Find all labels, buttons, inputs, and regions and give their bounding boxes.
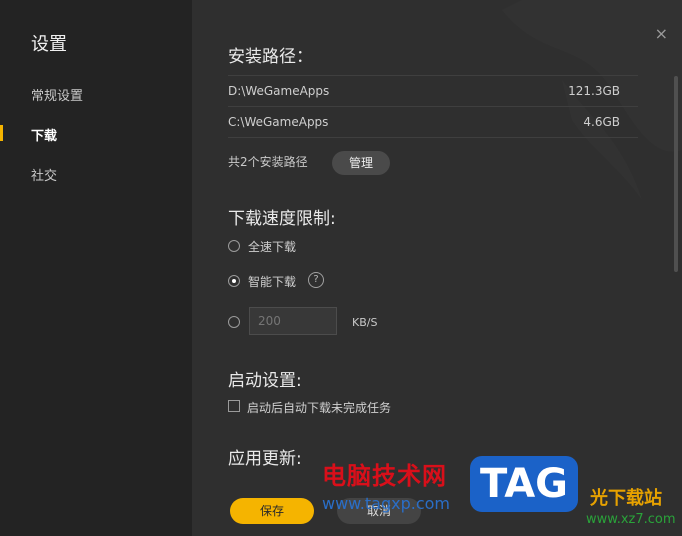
speed-unit: KB/S [352,316,378,329]
settings-title: 设置 [31,34,67,55]
radio-label: 智能下载 [248,275,297,289]
speed-limit-input[interactable] [249,307,337,335]
watermark-site-name: 电脑技术网 [322,462,447,490]
checkbox-label: 启动后自动下载未完成任务 [247,401,392,415]
radio-button[interactable] [228,240,240,252]
watermark-site2-url: www.xz7.com [586,512,676,527]
radio-button[interactable] [228,316,240,328]
path-size: 4.6GB [583,115,620,129]
path-row[interactable]: C:\WeGameApps 4.6GB [228,106,638,138]
scrollbar[interactable] [674,76,678,272]
path-count: 共2个安装路径 [228,155,308,169]
watermark-site-url: www.tagxp.com [322,494,450,513]
help-icon[interactable]: ? [308,272,324,288]
watermark-site: 电脑技术网 www.tagxp.com [320,456,470,520]
radio-label: 全速下载 [248,240,297,254]
manage-button[interactable]: 管理 [332,151,390,175]
download-speed-title: 下载速度限制: [228,209,336,229]
sidebar: 设置 常规设置 下载 社交 [0,0,192,536]
watermark-site2-name: 光下载站 [590,488,662,509]
sidebar-item-social[interactable]: 社交 [31,165,57,184]
path-size: 121.3GB [568,84,620,98]
tag-logo: TAG [470,456,578,512]
active-indicator [0,125,3,141]
startup-title: 启动设置: [228,371,302,391]
install-path-title: 安装路径： [228,47,313,67]
path-text: C:\WeGameApps [228,115,329,129]
close-icon[interactable]: × [655,24,668,43]
path-row[interactable]: D:\WeGameApps 121.3GB [228,75,638,106]
sidebar-item-general[interactable]: 常规设置 [31,85,83,104]
checkbox[interactable] [228,400,240,412]
path-text: D:\WeGameApps [228,84,330,98]
sidebar-item-download[interactable]: 下载 [31,125,57,144]
update-title: 应用更新: [228,449,302,469]
watermark-site-2: 光下载站 www.xz7.com [570,484,680,532]
radio-button[interactable] [228,275,240,287]
save-button[interactable]: 保存 [230,498,314,524]
